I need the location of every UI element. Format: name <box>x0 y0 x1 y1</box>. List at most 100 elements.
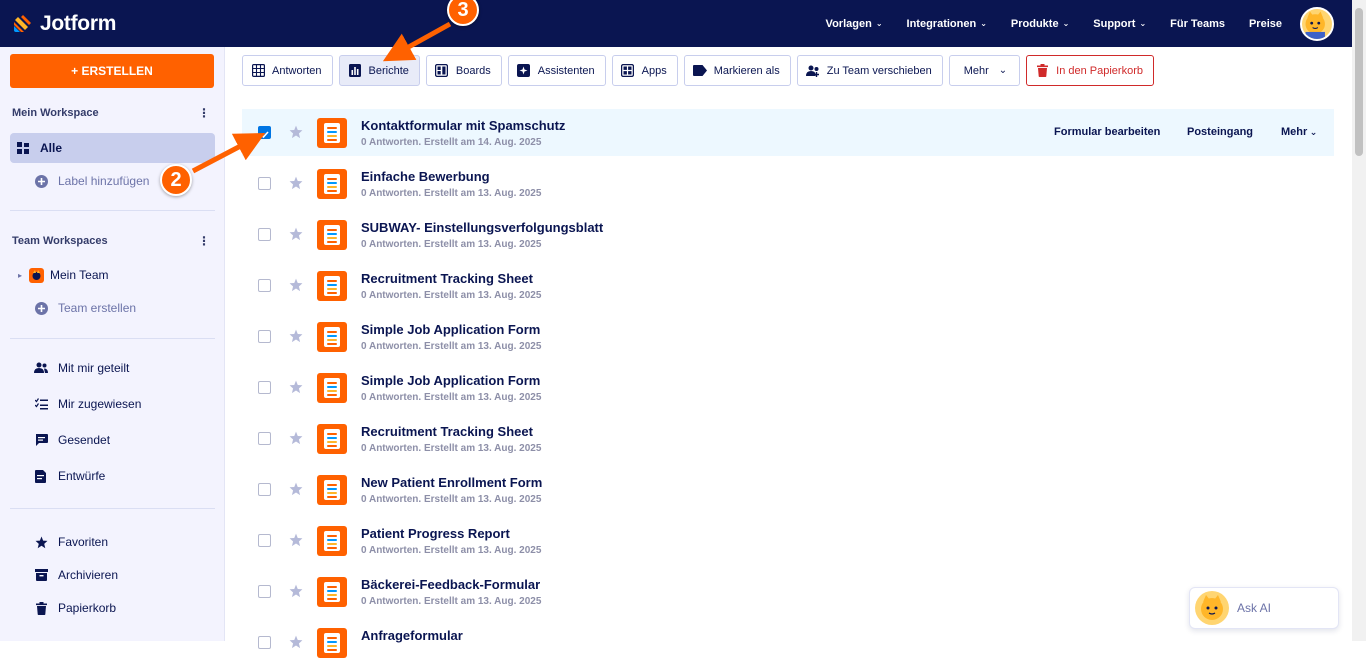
form-row[interactable]: Recruitment Tracking Sheet 0 Antworten. … <box>242 262 1334 309</box>
form-title[interactable]: Einfache Bewerbung <box>361 169 490 184</box>
sidebar-item-my-team[interactable]: ▸ Mein Team <box>10 260 215 290</box>
jotform-logo[interactable]: Jotform <box>11 12 116 36</box>
row-checkbox[interactable] <box>258 126 271 139</box>
row-checkbox[interactable] <box>258 381 271 394</box>
sidebar-item-label: Label hinzufügen <box>58 174 150 188</box>
answers-button[interactable]: Antworten <box>242 55 333 86</box>
form-row[interactable]: Anfrageformular <box>242 619 1334 666</box>
form-title[interactable]: Simple Job Application Form <box>361 322 540 337</box>
step-marker-2: 2 <box>160 164 192 196</box>
form-row[interactable]: Recruitment Tracking Sheet 0 Antworten. … <box>242 415 1334 462</box>
sidebar-item-drafts[interactable]: Entwürfe <box>10 461 215 491</box>
sidebar-divider <box>10 338 215 339</box>
sidebar-item-trash[interactable]: Papierkorb <box>10 593 215 623</box>
ask-ai-button[interactable]: Ask AI <box>1189 587 1339 629</box>
workspace-menu-icon[interactable]: ⋮ <box>198 106 210 120</box>
form-row[interactable]: Kontaktformular mit Spamschutz 0 Antwort… <box>242 109 1334 156</box>
form-title[interactable]: Recruitment Tracking Sheet <box>361 424 533 439</box>
star-icon[interactable] <box>289 176 303 190</box>
nav-support[interactable]: Support ⌄ <box>1093 18 1146 30</box>
star-icon[interactable] <box>289 380 303 394</box>
my-workspace-title: Mein Workspace <box>12 107 99 119</box>
row-checkbox[interactable] <box>258 585 271 598</box>
star-icon[interactable] <box>289 584 303 598</box>
sidebar-divider <box>10 210 215 211</box>
row-checkbox[interactable] <box>258 636 271 649</box>
create-team-button[interactable]: Team erstellen <box>10 293 215 323</box>
form-title[interactable]: Kontaktformular mit Spamschutz <box>361 118 565 133</box>
form-row[interactable]: Patient Progress Report 0 Antworten. Ers… <box>242 517 1334 564</box>
form-row[interactable]: SUBWAY- Einstellungsverfolgungsblatt 0 A… <box>242 211 1334 258</box>
row-checkbox[interactable] <box>258 534 271 547</box>
move-to-team-button[interactable]: Zu Team verschieben <box>796 55 943 86</box>
form-row[interactable]: New Patient Enrollment Form 0 Antworten.… <box>242 466 1334 513</box>
form-row[interactable]: Einfache Bewerbung 0 Antworten. Erstellt… <box>242 160 1334 207</box>
caret-right-icon[interactable]: ▸ <box>18 271 22 280</box>
star-icon[interactable] <box>289 482 303 496</box>
team-workspaces-title: Team Workspaces <box>12 235 108 247</box>
star-icon[interactable] <box>289 278 303 292</box>
create-button[interactable]: + ERSTELLEN <box>10 54 214 88</box>
sidebar-item-shared[interactable]: Mit mir geteilt <box>10 353 215 383</box>
sidebar-item-sent[interactable]: Gesendet <box>10 425 215 455</box>
user-avatar[interactable] <box>1300 7 1334 41</box>
page-scrollbar[interactable] <box>1352 0 1366 641</box>
form-title[interactable]: Bäckerei-Feedback-Formular <box>361 577 540 592</box>
reports-button[interactable]: Berichte <box>338 55 420 86</box>
form-subtitle: 0 Antworten. Erstellt am 13. Aug. 2025 <box>361 239 542 250</box>
star-icon[interactable] <box>289 329 303 343</box>
chevron-down-icon: ⌄ <box>998 65 1008 76</box>
form-title[interactable]: Simple Job Application Form <box>361 373 540 388</box>
row-checkbox[interactable] <box>258 279 271 292</box>
nav-vorlagen[interactable]: Vorlagen ⌄ <box>826 18 883 30</box>
form-title[interactable]: New Patient Enrollment Form <box>361 475 542 490</box>
form-row[interactable]: Bäckerei-Feedback-Formular 0 Antworten. … <box>242 568 1334 615</box>
row-checkbox[interactable] <box>258 483 271 496</box>
form-icon <box>317 220 347 250</box>
row-checkbox[interactable] <box>258 228 271 241</box>
form-subtitle: 0 Antworten. Erstellt am 13. Aug. 2025 <box>361 494 542 505</box>
nav-produkte[interactable]: Produkte ⌄ <box>1011 18 1069 30</box>
team-menu-icon[interactable]: ⋮ <box>198 234 210 248</box>
inbox-button[interactable]: Posteingang <box>1187 126 1253 138</box>
star-icon[interactable] <box>289 533 303 547</box>
form-icon <box>317 424 347 454</box>
nav-fuer-teams[interactable]: Für Teams <box>1170 18 1225 30</box>
nav-integrationen[interactable]: Integrationen ⌄ <box>907 18 987 30</box>
users-icon <box>33 360 49 376</box>
edit-form-button[interactable]: Formular bearbeiten <box>1054 126 1160 138</box>
form-title[interactable]: Recruitment Tracking Sheet <box>361 271 533 286</box>
star-icon[interactable] <box>289 431 303 445</box>
form-row[interactable]: Simple Job Application Form 0 Antworten.… <box>242 364 1334 411</box>
scrollbar-thumb[interactable] <box>1355 8 1363 156</box>
nav-preise[interactable]: Preise <box>1249 18 1282 30</box>
apps-button[interactable]: Apps <box>611 55 678 86</box>
sidebar-item-assigned[interactable]: Mir zugewiesen <box>10 389 215 419</box>
form-row[interactable]: Simple Job Application Form 0 Antworten.… <box>242 313 1334 360</box>
form-subtitle: 0 Antworten. Erstellt am 13. Aug. 2025 <box>361 392 542 403</box>
star-icon[interactable] <box>289 227 303 241</box>
star-icon[interactable] <box>289 635 303 649</box>
form-icon <box>317 577 347 607</box>
mark-as-button[interactable]: Markieren als <box>683 55 791 86</box>
boards-button[interactable]: Boards <box>425 55 502 86</box>
row-checkbox[interactable] <box>258 432 271 445</box>
sidebar-item-archive[interactable]: Archivieren <box>10 560 215 590</box>
assistants-button[interactable]: Assistenten <box>507 55 606 86</box>
form-title[interactable]: SUBWAY- Einstellungsverfolgungsblatt <box>361 220 603 235</box>
more-dropdown-button[interactable]: Mehr ⌄ <box>948 55 1021 86</box>
row-checkbox[interactable] <box>258 177 271 190</box>
team-move-icon <box>805 64 820 78</box>
apps-icon <box>621 64 635 78</box>
sidebar-item-favorites[interactable]: Favoriten <box>10 527 215 557</box>
form-title[interactable]: Patient Progress Report <box>361 526 510 541</box>
archive-icon <box>33 567 49 583</box>
sidebar-item-all[interactable]: Alle <box>10 133 215 163</box>
row-more-button[interactable]: Mehr ⌄ <box>1281 126 1317 138</box>
move-to-trash-button[interactable]: In den Papierkorb <box>1026 55 1154 86</box>
table-icon <box>251 64 265 78</box>
top-navbar: Jotform Vorlagen ⌄ Integrationen ⌄ Produkt… <box>0 0 1352 47</box>
row-checkbox[interactable] <box>258 330 271 343</box>
chevron-down-icon: ⌄ <box>1062 19 1070 28</box>
star-icon[interactable] <box>289 125 303 139</box>
